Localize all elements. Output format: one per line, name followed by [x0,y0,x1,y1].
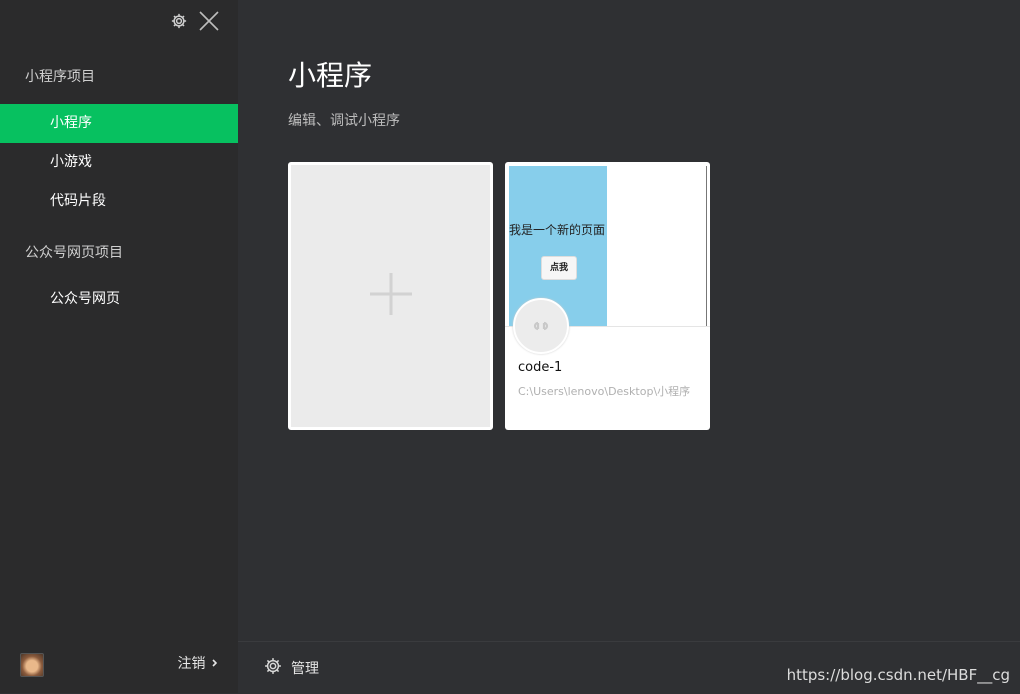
watermark: https://blog.csdn.net/HBF__cg [786,666,1010,684]
sidebar: 小程序项目 小程序 小游戏 代码片段 公众号网页项目 公众号网页 注销 [0,0,238,693]
new-project-card[interactable] [288,162,493,430]
gear-icon[interactable] [170,12,188,30]
preview-button: 点我 [541,256,577,280]
sidebar-item-minigame[interactable]: 小游戏 [0,143,238,182]
window-controls [170,10,220,32]
page-subtitle: 编辑、调试小程序 [288,113,400,129]
logout-button[interactable]: 注销 [178,653,220,673]
miniprogram-logo-icon [513,298,569,354]
sidebar-item-official-account-web[interactable]: 公众号网页 [0,280,238,319]
sidebar-item-code-snippets[interactable]: 代码片段 [0,182,238,221]
project-card[interactable]: 我是一个新的页面 点我 code-1 C:\Users\lenovo\Deskt… [505,162,710,430]
chevron-right-icon [210,656,220,672]
section-title-miniprogram-projects: 小程序项目 [25,69,95,85]
close-icon[interactable] [198,10,220,32]
main-panel: 小程序 编辑、调试小程序 我是一个新的页面 点我 code-1 C:\Users… [238,0,1020,693]
sidebar-item-miniprogram[interactable]: 小程序 [0,104,238,143]
logout-label: 注销 [177,656,206,672]
preview-divider [706,166,707,326]
avatar[interactable] [20,653,44,677]
manage-button[interactable]: 管理 [263,656,319,680]
preview-text: 我是一个新的页面 [509,223,606,237]
section-title-official-account-projects: 公众号网页项目 [25,245,123,261]
preview-page: 我是一个新的页面 点我 [509,166,607,326]
project-path: C:\Users\lenovo\Desktop\小程序 [518,385,691,398]
sidebar-footer: 注销 [0,641,238,693]
project-name: code-1 [518,360,563,375]
bottom-bar: 管理 https://blog.csdn.net/HBF__cg [238,641,1020,694]
gear-icon [263,656,283,680]
page-title: 小程序 [288,59,373,92]
plus-icon [368,271,414,321]
manage-label: 管理 [291,661,319,677]
